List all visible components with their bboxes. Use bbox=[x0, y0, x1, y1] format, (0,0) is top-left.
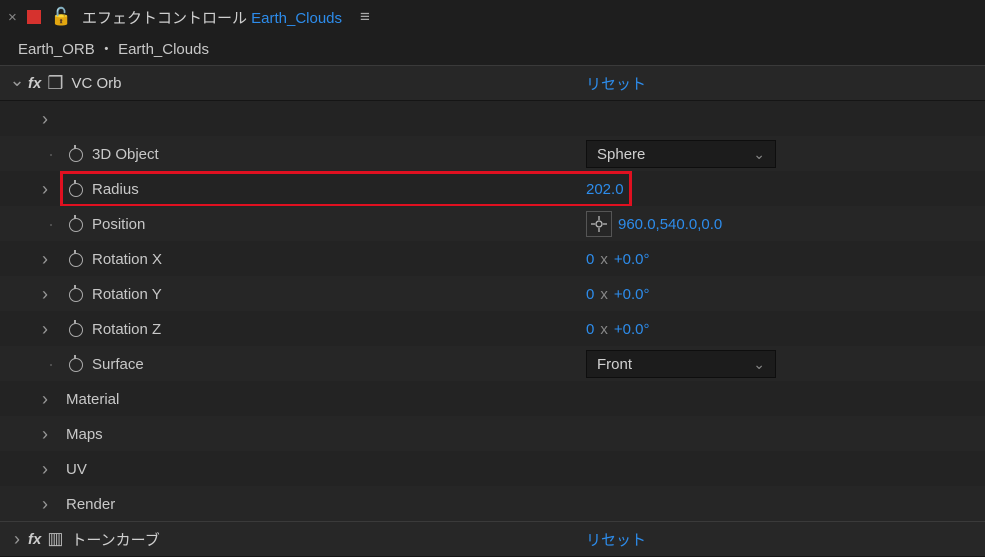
radius-value[interactable]: 202.0 bbox=[586, 181, 624, 198]
fx-icon[interactable]: fx bbox=[28, 75, 41, 92]
breadcrumb-sep: ・ bbox=[99, 41, 114, 58]
chevron-right-icon[interactable] bbox=[36, 320, 54, 338]
twirl-icon[interactable] bbox=[8, 74, 26, 92]
prop-row-blank bbox=[0, 101, 985, 136]
effect-name: VC Orb bbox=[71, 75, 121, 92]
reset-button[interactable]: リセット bbox=[586, 529, 646, 550]
group-label: UV bbox=[62, 461, 542, 478]
prop-row-position: · Position 960.0,540.0,0.0 bbox=[0, 206, 985, 241]
fx-icon[interactable]: fx bbox=[28, 531, 41, 548]
group-label: Maps bbox=[62, 426, 542, 443]
rotx-deg[interactable]: +0.0° bbox=[614, 251, 650, 268]
chevron-right-icon[interactable] bbox=[36, 285, 54, 303]
prop-label: Surface bbox=[88, 356, 568, 373]
stopwatch-icon[interactable] bbox=[67, 181, 83, 197]
chevron-down-icon: ⌄ bbox=[753, 356, 765, 373]
group-render[interactable]: Render bbox=[0, 486, 985, 521]
unlock-icon[interactable]: 🔓 bbox=[51, 7, 72, 27]
prop-label: Rotation Z bbox=[88, 321, 568, 338]
group-material[interactable]: Material bbox=[0, 381, 985, 416]
stopwatch-icon[interactable] bbox=[67, 286, 83, 302]
stopwatch-icon[interactable] bbox=[67, 251, 83, 267]
rotx-x: x bbox=[600, 251, 608, 268]
chevron-right-icon[interactable] bbox=[36, 390, 54, 408]
stopwatch-icon[interactable] bbox=[67, 321, 83, 337]
rotz-x: x bbox=[600, 321, 608, 338]
panel-title: エフェクトコントロール Earth_Clouds bbox=[82, 7, 342, 28]
chevron-right-icon[interactable] bbox=[8, 530, 26, 548]
roty-x: x bbox=[600, 286, 608, 303]
close-icon[interactable]: × bbox=[8, 9, 17, 26]
breadcrumb: Earth_ORB ・ Earth_Clouds bbox=[0, 34, 985, 65]
bullet-icon: · bbox=[48, 355, 54, 373]
group-uv[interactable]: UV bbox=[0, 451, 985, 486]
prop-label: Rotation Y bbox=[88, 286, 568, 303]
rotx-rev[interactable]: 0 bbox=[586, 251, 594, 268]
rotz-rev[interactable]: 0 bbox=[586, 321, 594, 338]
stopwatch-icon[interactable] bbox=[67, 356, 83, 372]
chevron-right-icon[interactable] bbox=[36, 110, 54, 128]
breadcrumb-comp: Earth_ORB bbox=[18, 41, 95, 58]
chevron-right-icon[interactable] bbox=[36, 180, 54, 198]
record-indicator bbox=[27, 10, 41, 24]
roty-deg[interactable]: +0.0° bbox=[614, 286, 650, 303]
chevron-right-icon[interactable] bbox=[36, 425, 54, 443]
prop-row-surface: · Surface Front ⌄ bbox=[0, 346, 985, 381]
panel-title-layer[interactable]: Earth_Clouds bbox=[251, 10, 342, 27]
bullet-icon: · bbox=[48, 215, 54, 233]
position-value[interactable]: 960.0,540.0,0.0 bbox=[618, 216, 722, 233]
effect-name: トーンカーブ bbox=[71, 529, 159, 550]
chevron-right-icon[interactable] bbox=[36, 250, 54, 268]
chevron-right-icon[interactable] bbox=[36, 460, 54, 478]
group-label: Material bbox=[62, 391, 542, 408]
stopwatch-icon[interactable] bbox=[67, 216, 83, 232]
prop-label: Radius bbox=[88, 181, 568, 198]
prop-row-rotz: Rotation Z 0x +0.0° bbox=[0, 311, 985, 346]
prop-row-roty: Rotation Y 0x +0.0° bbox=[0, 276, 985, 311]
group-label: Render bbox=[62, 496, 542, 513]
prop-row-3dobject: · 3D Object Sphere ⌄ bbox=[0, 136, 985, 171]
bullet-icon: · bbox=[48, 145, 54, 163]
prop-row-radius: Radius 202.0 bbox=[0, 171, 985, 206]
reset-button[interactable]: リセット bbox=[586, 73, 646, 94]
roty-rev[interactable]: 0 bbox=[586, 286, 594, 303]
prop-row-rotx: Rotation X 0x +0.0° bbox=[0, 241, 985, 276]
group-maps[interactable]: Maps bbox=[0, 416, 985, 451]
effect-header-tonecurve[interactable]: fx ▥ トーンカーブ リセット bbox=[0, 521, 985, 557]
prop-label: Rotation X bbox=[88, 251, 568, 268]
panel-title-text: エフェクトコントロール bbox=[82, 10, 247, 27]
select-value: Sphere bbox=[597, 146, 645, 163]
chevron-right-icon[interactable] bbox=[36, 495, 54, 513]
panel-header: × 🔓 エフェクトコントロール Earth_Clouds ≡ bbox=[0, 0, 985, 34]
crosshair-button[interactable] bbox=[586, 211, 612, 237]
stopwatch-icon[interactable] bbox=[67, 146, 83, 162]
rotz-deg[interactable]: +0.0° bbox=[614, 321, 650, 338]
select-value: Front bbox=[597, 356, 632, 373]
breadcrumb-layer: Earth_Clouds bbox=[118, 41, 209, 58]
select-3dobject[interactable]: Sphere ⌄ bbox=[586, 140, 776, 168]
prop-label: Position bbox=[88, 216, 568, 233]
prop-label: 3D Object bbox=[88, 146, 568, 163]
preset-icon: ▥ bbox=[47, 529, 63, 549]
select-surface[interactable]: Front ⌄ bbox=[586, 350, 776, 378]
cube-icon: ❒ bbox=[47, 73, 63, 94]
effect-header-vcorb[interactable]: fx ❒ VC Orb リセット bbox=[0, 65, 985, 101]
menu-icon[interactable]: ≡ bbox=[360, 7, 370, 27]
chevron-down-icon: ⌄ bbox=[753, 146, 765, 163]
